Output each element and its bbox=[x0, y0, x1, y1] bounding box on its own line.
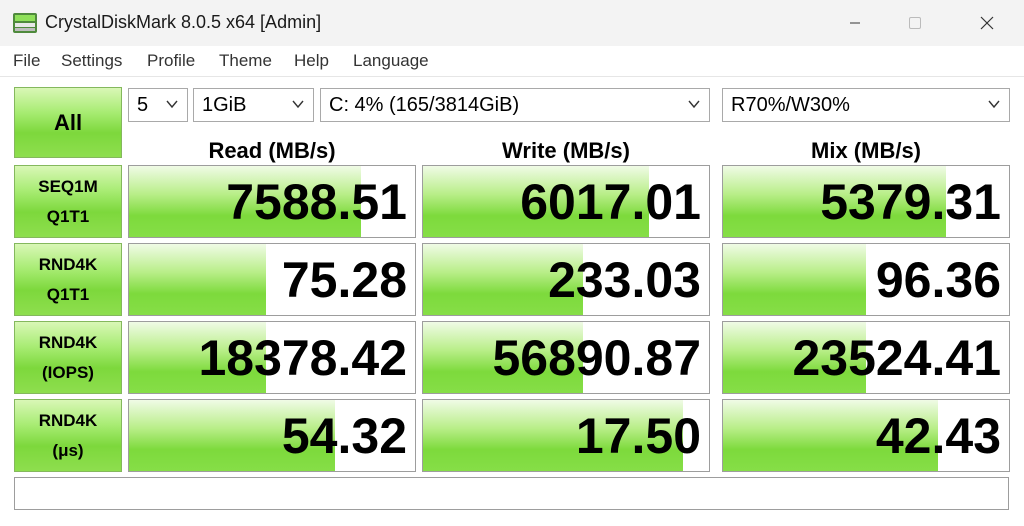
drive-value: C: 4% (165/3814GiB) bbox=[329, 94, 520, 116]
test-button-rnd4k-latency[interactable]: RND4K (μs) bbox=[14, 399, 122, 472]
chevron-down-icon bbox=[688, 100, 700, 109]
drive-select[interactable]: C: 4% (165/3814GiB) bbox=[320, 88, 710, 122]
result-read-seq1m: 7588.51 bbox=[128, 165, 416, 238]
result-read-iops: 18378.42 bbox=[128, 321, 416, 394]
test-button-rnd4k-iops[interactable]: RND4K (IOPS) bbox=[14, 321, 122, 394]
menu-language[interactable]: Language bbox=[353, 51, 429, 71]
mix-select[interactable]: R70%/W30% bbox=[722, 88, 1010, 122]
result-mix-seq1m: 5379.31 bbox=[722, 165, 1010, 238]
menu-settings[interactable]: Settings bbox=[61, 51, 122, 71]
size-value: 1GiB bbox=[202, 94, 247, 116]
menu-theme[interactable]: Theme bbox=[219, 51, 272, 71]
count-value: 5 bbox=[137, 94, 149, 116]
test-button-rnd4k-q1t1[interactable]: RND4K Q1T1 bbox=[14, 243, 122, 316]
result-value: 96.36 bbox=[875, 252, 1001, 308]
menu-profile[interactable]: Profile bbox=[147, 51, 195, 71]
result-mix-latency: 42.43 bbox=[722, 399, 1010, 472]
close-icon bbox=[980, 16, 994, 30]
test-label-line1: RND4K bbox=[38, 410, 98, 430]
test-label-line2: Q1T1 bbox=[46, 284, 90, 304]
result-value: 5379.31 bbox=[820, 174, 1001, 230]
read-header: Read (MB/s) bbox=[208, 138, 336, 163]
test-label-line2: (μs) bbox=[52, 440, 84, 460]
result-value: 6017.01 bbox=[520, 174, 701, 230]
count-select[interactable]: 5 bbox=[128, 88, 188, 122]
result-value: 42.43 bbox=[875, 408, 1001, 464]
result-write-rnd4k: 233.03 bbox=[422, 243, 710, 316]
chevron-down-icon bbox=[292, 100, 304, 109]
result-value: 23524.41 bbox=[792, 330, 1001, 386]
test-label-line1: SEQ1M bbox=[38, 176, 98, 196]
maximize-button[interactable] bbox=[892, 0, 938, 46]
result-bar bbox=[129, 244, 267, 315]
result-value: 56890.87 bbox=[492, 330, 701, 386]
result-write-latency: 17.50 bbox=[422, 399, 710, 472]
result-mix-iops: 23524.41 bbox=[722, 321, 1010, 394]
result-read-rnd4k: 75.28 bbox=[128, 243, 416, 316]
result-write-iops: 56890.87 bbox=[422, 321, 710, 394]
menu-bar: File Settings Profile Theme Help Languag… bbox=[0, 46, 1024, 77]
result-value: 7588.51 bbox=[226, 174, 407, 230]
result-value: 17.50 bbox=[575, 408, 701, 464]
result-value: 54.32 bbox=[281, 408, 407, 464]
result-value: 18378.42 bbox=[198, 330, 407, 386]
result-read-latency: 54.32 bbox=[128, 399, 416, 472]
all-button-label: All bbox=[53, 109, 83, 135]
result-write-seq1m: 6017.01 bbox=[422, 165, 710, 238]
mix-value: R70%/W30% bbox=[731, 94, 850, 116]
app-icon bbox=[13, 13, 37, 33]
chevron-down-icon bbox=[988, 100, 1000, 109]
comment-input[interactable] bbox=[14, 477, 1009, 510]
result-value: 75.28 bbox=[281, 252, 407, 308]
test-label-line2: (IOPS) bbox=[42, 362, 94, 382]
write-header: Write (MB/s) bbox=[502, 138, 630, 163]
test-button-seq1m-q1t1[interactable]: SEQ1M Q1T1 bbox=[14, 165, 122, 238]
title-bar: CrystalDiskMark 8.0.5 x64 [Admin] bbox=[0, 0, 1024, 46]
test-label-line1: RND4K bbox=[38, 254, 98, 274]
result-bar bbox=[723, 244, 866, 315]
size-select[interactable]: 1GiB bbox=[193, 88, 314, 122]
minimize-button[interactable] bbox=[832, 0, 878, 46]
close-button[interactable] bbox=[964, 0, 1010, 46]
test-label-line1: RND4K bbox=[38, 332, 98, 352]
chevron-down-icon bbox=[166, 100, 178, 109]
result-mix-rnd4k: 96.36 bbox=[722, 243, 1010, 316]
minimize-icon bbox=[850, 22, 860, 24]
window-title: CrystalDiskMark 8.0.5 x64 [Admin] bbox=[45, 12, 322, 32]
menu-file[interactable]: File bbox=[13, 51, 40, 71]
mix-header: Mix (MB/s) bbox=[811, 138, 921, 163]
menu-help[interactable]: Help bbox=[294, 51, 329, 71]
all-button[interactable]: All bbox=[14, 87, 122, 158]
maximize-icon bbox=[909, 17, 921, 29]
test-label-line2: Q1T1 bbox=[46, 206, 90, 226]
result-value: 233.03 bbox=[548, 252, 701, 308]
